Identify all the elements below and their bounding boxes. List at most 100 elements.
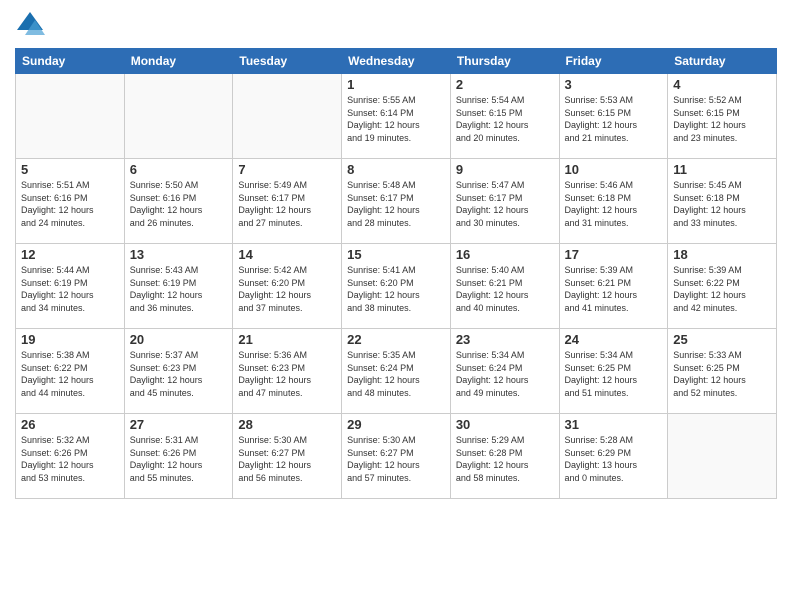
calendar-cell: 19Sunrise: 5:38 AM Sunset: 6:22 PM Dayli… <box>16 329 125 414</box>
calendar-cell: 30 Sunrise: 5:29 AM Sunset: 6:28 PM Dayli… <box>450 414 559 499</box>
calendar-cell: 2 Sunrise: 5:54 AM Sunset: 6:15 PM Daylig… <box>450 74 559 159</box>
calendar-cell: 8Sunrise: 5:48 AM Sunset: 6:17 PM Daylig… <box>342 159 451 244</box>
day-number: 14 <box>238 247 336 262</box>
day-number: 2 <box>456 77 554 92</box>
calendar-cell: 9 Sunrise: 5:47 AM Sunset: 6:17 PM Daylig… <box>450 159 559 244</box>
day-number: 5 <box>21 162 119 177</box>
day-info: Sunrise: 5:37 AM Sunset: 6:23 PM Dayligh… <box>130 349 228 399</box>
day-number: 1 <box>347 77 445 92</box>
header <box>15 10 777 40</box>
weekday-header-friday: Friday <box>559 49 668 74</box>
day-number: 6 <box>130 162 228 177</box>
day-info: Sunrise: 5:34 AM Sunset: 6:25 PM Dayligh… <box>565 349 663 399</box>
week-row-3: 12Sunrise: 5:44 AM Sunset: 6:19 PM Dayli… <box>16 244 777 329</box>
weekday-header-tuesday: Tuesday <box>233 49 342 74</box>
logo-icon <box>15 10 45 40</box>
calendar-cell: 17 Sunrise: 5:39 AM Sunset: 6:21 PM Dayli… <box>559 244 668 329</box>
day-info: Sunrise: 5:28 AM Sunset: 6:29 PM Dayligh… <box>565 434 663 484</box>
day-number: 29 <box>347 417 445 432</box>
page: SundayMondayTuesdayWednesdayThursdayFrid… <box>0 0 792 612</box>
day-info: Sunrise: 5:32 AM Sunset: 6:26 PM Dayligh… <box>21 434 119 484</box>
calendar-cell: 14 Sunrise: 5:42 AM Sunset: 6:20 PM Dayli… <box>233 244 342 329</box>
calendar: SundayMondayTuesdayWednesdayThursdayFrid… <box>15 48 777 499</box>
day-info: Sunrise: 5:39 AM Sunset: 6:22 PM Dayligh… <box>673 264 771 314</box>
calendar-cell: 23 Sunrise: 5:34 AM Sunset: 6:24 PM Dayli… <box>450 329 559 414</box>
day-info: Sunrise: 5:50 AM Sunset: 6:16 PM Dayligh… <box>130 179 228 229</box>
day-info: Sunrise: 5:53 AM Sunset: 6:15 PM Dayligh… <box>565 94 663 144</box>
week-row-4: 19Sunrise: 5:38 AM Sunset: 6:22 PM Dayli… <box>16 329 777 414</box>
day-info: Sunrise: 5:52 AM Sunset: 6:15 PM Dayligh… <box>673 94 771 144</box>
day-number: 20 <box>130 332 228 347</box>
day-info: Sunrise: 5:30 AM Sunset: 6:27 PM Dayligh… <box>238 434 336 484</box>
day-number: 12 <box>21 247 119 262</box>
day-number: 22 <box>347 332 445 347</box>
calendar-cell <box>124 74 233 159</box>
calendar-cell: 27 Sunrise: 5:31 AM Sunset: 6:26 PM Dayli… <box>124 414 233 499</box>
week-row-5: 26 Sunrise: 5:32 AM Sunset: 6:26 PM Dayli… <box>16 414 777 499</box>
day-number: 13 <box>130 247 228 262</box>
calendar-cell: 18Sunrise: 5:39 AM Sunset: 6:22 PM Dayli… <box>668 244 777 329</box>
calendar-cell: 21 Sunrise: 5:36 AM Sunset: 6:23 PM Dayli… <box>233 329 342 414</box>
calendar-header: SundayMondayTuesdayWednesdayThursdayFrid… <box>16 49 777 74</box>
day-number: 21 <box>238 332 336 347</box>
day-number: 28 <box>238 417 336 432</box>
day-info: Sunrise: 5:45 AM Sunset: 6:18 PM Dayligh… <box>673 179 771 229</box>
calendar-cell: 20 Sunrise: 5:37 AM Sunset: 6:23 PM Dayli… <box>124 329 233 414</box>
calendar-body: 1Sunrise: 5:55 AM Sunset: 6:14 PM Daylig… <box>16 74 777 499</box>
calendar-cell: 22 Sunrise: 5:35 AM Sunset: 6:24 PM Dayli… <box>342 329 451 414</box>
calendar-cell: 13Sunrise: 5:43 AM Sunset: 6:19 PM Dayli… <box>124 244 233 329</box>
calendar-cell: 24 Sunrise: 5:34 AM Sunset: 6:25 PM Dayli… <box>559 329 668 414</box>
weekday-header-saturday: Saturday <box>668 49 777 74</box>
calendar-cell <box>668 414 777 499</box>
week-row-2: 5Sunrise: 5:51 AM Sunset: 6:16 PM Daylig… <box>16 159 777 244</box>
day-number: 30 <box>456 417 554 432</box>
weekday-row: SundayMondayTuesdayWednesdayThursdayFrid… <box>16 49 777 74</box>
day-info: Sunrise: 5:36 AM Sunset: 6:23 PM Dayligh… <box>238 349 336 399</box>
calendar-cell: 11 Sunrise: 5:45 AM Sunset: 6:18 PM Dayli… <box>668 159 777 244</box>
logo <box>15 10 49 40</box>
day-info: Sunrise: 5:31 AM Sunset: 6:26 PM Dayligh… <box>130 434 228 484</box>
day-info: Sunrise: 5:40 AM Sunset: 6:21 PM Dayligh… <box>456 264 554 314</box>
day-number: 25 <box>673 332 771 347</box>
day-number: 16 <box>456 247 554 262</box>
calendar-cell: 10Sunrise: 5:46 AM Sunset: 6:18 PM Dayli… <box>559 159 668 244</box>
day-info: Sunrise: 5:48 AM Sunset: 6:17 PM Dayligh… <box>347 179 445 229</box>
day-info: Sunrise: 5:34 AM Sunset: 6:24 PM Dayligh… <box>456 349 554 399</box>
day-info: Sunrise: 5:49 AM Sunset: 6:17 PM Dayligh… <box>238 179 336 229</box>
day-number: 9 <box>456 162 554 177</box>
day-info: Sunrise: 5:46 AM Sunset: 6:18 PM Dayligh… <box>565 179 663 229</box>
day-number: 7 <box>238 162 336 177</box>
day-number: 4 <box>673 77 771 92</box>
weekday-header-wednesday: Wednesday <box>342 49 451 74</box>
calendar-cell: 31Sunrise: 5:28 AM Sunset: 6:29 PM Dayli… <box>559 414 668 499</box>
calendar-cell: 5Sunrise: 5:51 AM Sunset: 6:16 PM Daylig… <box>16 159 125 244</box>
calendar-cell: 25 Sunrise: 5:33 AM Sunset: 6:25 PM Dayli… <box>668 329 777 414</box>
calendar-cell <box>233 74 342 159</box>
day-number: 15 <box>347 247 445 262</box>
calendar-cell: 15 Sunrise: 5:41 AM Sunset: 6:20 PM Dayli… <box>342 244 451 329</box>
day-number: 26 <box>21 417 119 432</box>
weekday-header-sunday: Sunday <box>16 49 125 74</box>
calendar-cell: 7 Sunrise: 5:49 AM Sunset: 6:17 PM Daylig… <box>233 159 342 244</box>
day-info: Sunrise: 5:39 AM Sunset: 6:21 PM Dayligh… <box>565 264 663 314</box>
week-row-1: 1Sunrise: 5:55 AM Sunset: 6:14 PM Daylig… <box>16 74 777 159</box>
calendar-cell <box>16 74 125 159</box>
day-info: Sunrise: 5:47 AM Sunset: 6:17 PM Dayligh… <box>456 179 554 229</box>
day-info: Sunrise: 5:30 AM Sunset: 6:27 PM Dayligh… <box>347 434 445 484</box>
day-number: 3 <box>565 77 663 92</box>
day-info: Sunrise: 5:35 AM Sunset: 6:24 PM Dayligh… <box>347 349 445 399</box>
day-info: Sunrise: 5:54 AM Sunset: 6:15 PM Dayligh… <box>456 94 554 144</box>
day-number: 27 <box>130 417 228 432</box>
calendar-cell: 6 Sunrise: 5:50 AM Sunset: 6:16 PM Daylig… <box>124 159 233 244</box>
day-info: Sunrise: 5:38 AM Sunset: 6:22 PM Dayligh… <box>21 349 119 399</box>
day-info: Sunrise: 5:42 AM Sunset: 6:20 PM Dayligh… <box>238 264 336 314</box>
day-number: 11 <box>673 162 771 177</box>
day-number: 24 <box>565 332 663 347</box>
day-info: Sunrise: 5:33 AM Sunset: 6:25 PM Dayligh… <box>673 349 771 399</box>
day-info: Sunrise: 5:41 AM Sunset: 6:20 PM Dayligh… <box>347 264 445 314</box>
day-info: Sunrise: 5:29 AM Sunset: 6:28 PM Dayligh… <box>456 434 554 484</box>
day-number: 23 <box>456 332 554 347</box>
calendar-cell: 28 Sunrise: 5:30 AM Sunset: 6:27 PM Dayli… <box>233 414 342 499</box>
calendar-cell: 12Sunrise: 5:44 AM Sunset: 6:19 PM Dayli… <box>16 244 125 329</box>
day-number: 17 <box>565 247 663 262</box>
